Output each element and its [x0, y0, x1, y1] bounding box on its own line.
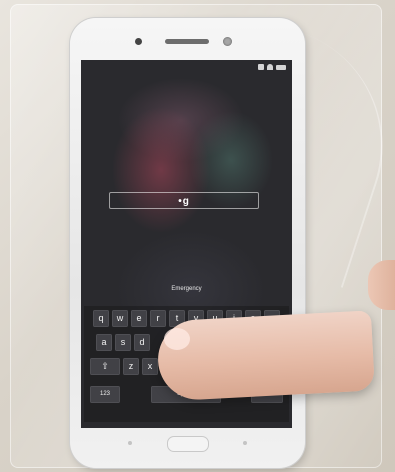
- thumb: [368, 260, 395, 310]
- key-s[interactable]: s: [115, 334, 131, 351]
- front-camera: [135, 38, 142, 45]
- status-bar: [258, 64, 286, 70]
- symbols-key[interactable]: 123: [90, 386, 120, 403]
- password-input[interactable]: •g: [109, 192, 259, 209]
- back-nav-dot[interactable]: [128, 441, 132, 445]
- key-d[interactable]: d: [134, 334, 150, 351]
- home-button[interactable]: [167, 436, 209, 452]
- key-r[interactable]: r: [150, 310, 166, 327]
- finger: [156, 310, 375, 402]
- shift-key[interactable]: ⇧: [90, 358, 120, 375]
- earpiece-speaker: [165, 39, 209, 44]
- phone-device: •g Emergency q w e r t y u i o p a s d: [70, 18, 305, 468]
- signal-icon: [258, 64, 264, 70]
- fingernail: [164, 328, 190, 350]
- menu-nav-dot[interactable]: [243, 441, 247, 445]
- wifi-icon: [267, 64, 273, 70]
- emergency-button[interactable]: Emergency: [81, 286, 292, 292]
- key-a[interactable]: a: [96, 334, 112, 351]
- key-w[interactable]: w: [112, 310, 128, 327]
- key-e[interactable]: e: [131, 310, 147, 327]
- shift-arrow-icon: ⇧: [101, 361, 109, 371]
- key-x[interactable]: x: [142, 358, 158, 375]
- key-z[interactable]: z: [123, 358, 139, 375]
- key-q[interactable]: q: [93, 310, 109, 327]
- proximity-sensor: [223, 37, 232, 46]
- battery-icon: [276, 64, 286, 70]
